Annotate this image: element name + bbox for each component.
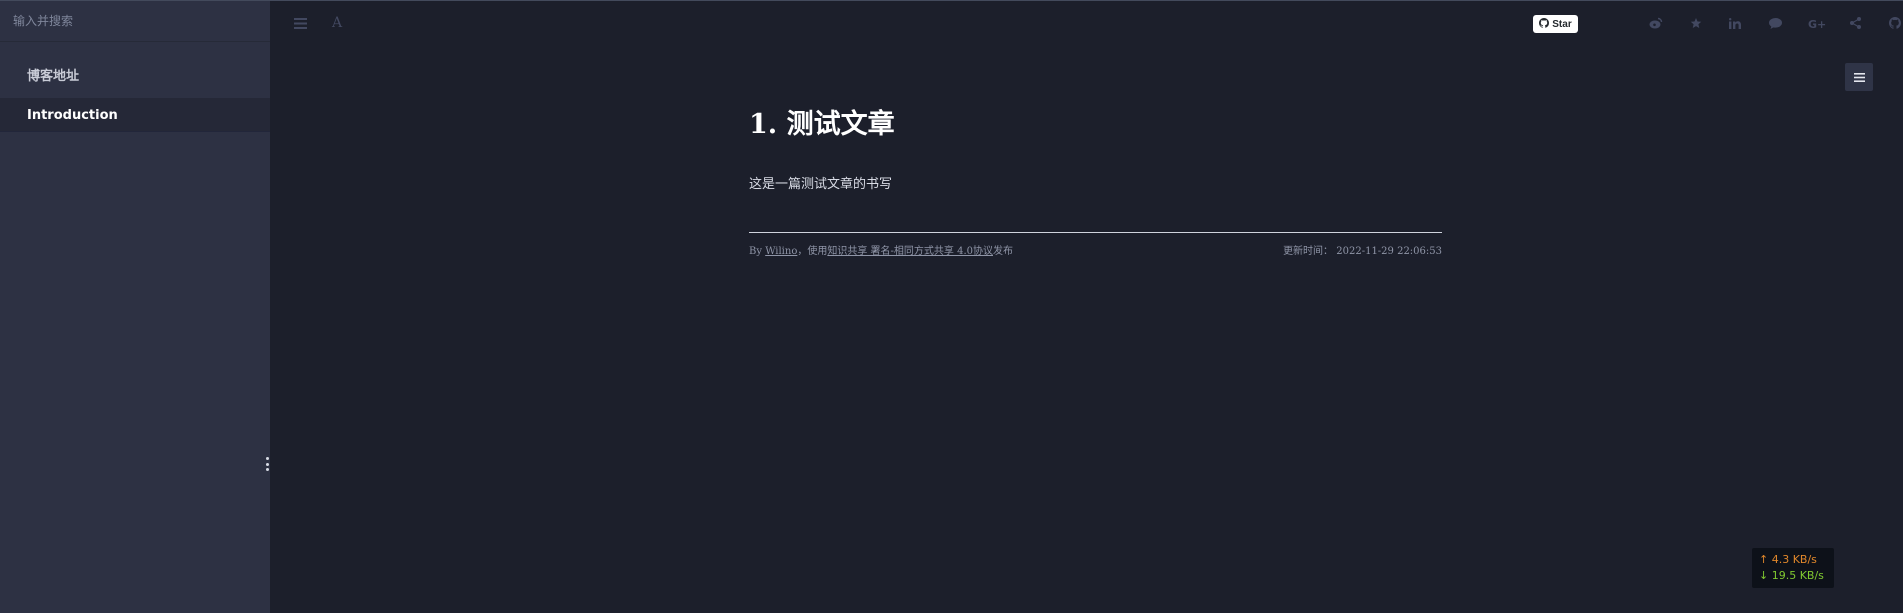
comment-icon[interactable] — [1767, 15, 1783, 31]
update-time: 更新时间： 2022-11-29 22:06:53 — [1283, 242, 1442, 257]
article: 1. 测试文章 这是一篇测试文章的书写 By Wilino，使用知识共享 署名-… — [749, 105, 1442, 257]
star-icon[interactable] — [1688, 15, 1704, 31]
article-footer: By Wilino，使用知识共享 署名-相同方式共享 4.0协议发布 更新时间：… — [749, 242, 1442, 257]
updated-time-value: 2022-11-29 22:06:53 — [1336, 246, 1442, 257]
by-label: By — [749, 246, 762, 257]
download-speed: ↓ 19.5 KB/s — [1759, 569, 1824, 582]
footer-divider — [749, 232, 1442, 233]
copyright-line: By Wilino，使用知识共享 署名-相同方式共享 4.0协议发布 — [749, 242, 1013, 257]
sidebar-item-introduction-link[interactable]: Introduction — [0, 108, 145, 123]
font-settings-icon[interactable]: A — [329, 15, 345, 31]
sidebar-item-blog: 博客地址 — [0, 57, 270, 98]
toolbar: A Star G+ — [270, 0, 1903, 44]
github-star-button[interactable]: Star — [1533, 15, 1578, 33]
author-link[interactable]: Wilino — [765, 246, 797, 257]
github-icon — [1539, 17, 1550, 31]
license-link[interactable]: 知识共享 署名-相同方式共享 4.0协议 — [827, 246, 993, 257]
license-suffix: 发布 — [993, 246, 1013, 257]
list-icon — [1853, 72, 1865, 82]
sidebar-resize-handle[interactable] — [264, 457, 270, 471]
upload-speed: ↑ 4.3 KB/s — [1759, 553, 1817, 566]
google-plus-icon[interactable]: G+ — [1807, 15, 1827, 31]
page: 博客地址 Introduction A Star — [0, 0, 1903, 613]
sidebar-nav: 博客地址 Introduction — [0, 42, 270, 132]
weibo-icon[interactable] — [1648, 15, 1664, 31]
network-speed-widget: ↑ 4.3 KB/s ↓ 19.5 KB/s — [1752, 548, 1834, 588]
page-title: 1. 测试文章 — [749, 109, 895, 140]
updated-label: 更新时间： — [1283, 246, 1334, 257]
sidebar: 博客地址 Introduction — [0, 0, 270, 613]
share-icon[interactable] — [1847, 15, 1863, 31]
sidebar-item-blog-link[interactable]: 博客地址 — [0, 57, 270, 98]
toc-toggle-button[interactable] — [1845, 63, 1873, 91]
github-icon[interactable] — [1887, 15, 1903, 31]
svg-text:G+: G+ — [1808, 18, 1826, 29]
menu-icon[interactable] — [292, 15, 308, 31]
article-body: 这是一篇测试文章的书写 — [749, 177, 893, 192]
search-input[interactable] — [0, 1, 270, 41]
sidebar-item-introduction: Introduction — [0, 99, 270, 132]
license-prefix: ，使用 — [797, 246, 828, 257]
linkedin-icon[interactable] — [1727, 15, 1743, 31]
search-box — [0, 0, 270, 42]
github-star-label: Star — [1552, 18, 1572, 30]
